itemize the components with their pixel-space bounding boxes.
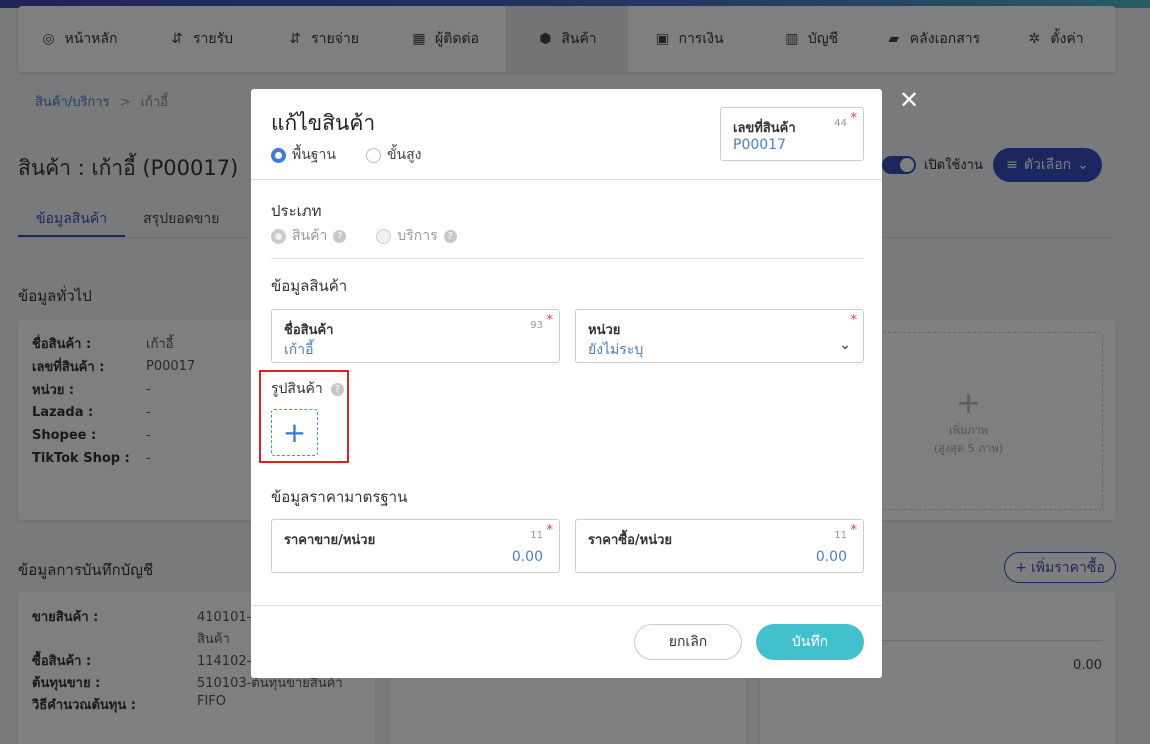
radio-unselected-icon xyxy=(365,147,381,163)
product-info-title: ข้อมูลสินค้า xyxy=(271,277,348,295)
type-product-label: สินค้า xyxy=(292,228,328,244)
close-icon[interactable]: ✕ xyxy=(899,86,919,114)
char-count: 93 xyxy=(530,320,543,331)
chevron-down-icon: ⌄ xyxy=(839,337,851,353)
type-service-radio: บริการ? xyxy=(376,225,457,247)
product-name-field[interactable]: ชื่อสินค้า 93 * เก้าอี้ xyxy=(271,309,560,363)
field-label: ราคาขาย/หน่วย xyxy=(284,533,376,548)
unit-value: ยังไม่ระบุ xyxy=(588,342,644,358)
required-mark: * xyxy=(850,523,858,538)
mode-basic-radio[interactable]: พื้นฐาน xyxy=(271,144,336,166)
required-mark: * xyxy=(850,313,858,328)
char-count: 11 xyxy=(834,530,847,541)
divider xyxy=(271,258,864,259)
mode-radio-group: พื้นฐาน ขั้นสูง xyxy=(271,144,422,166)
sell-price-field[interactable]: ราคาขาย/หน่วย 11 * 0.00 xyxy=(271,519,560,573)
field-label: เลขที่สินค้า xyxy=(733,121,796,136)
type-product-radio: สินค้า? xyxy=(271,225,347,247)
buy-price-field[interactable]: ราคาซื้อ/หน่วย 11 * 0.00 xyxy=(575,519,864,573)
highlight-box xyxy=(259,370,349,463)
product-code-input[interactable]: P00017 xyxy=(733,137,786,153)
radio-selected-icon xyxy=(271,147,286,163)
save-button[interactable]: บันทึก xyxy=(756,624,864,660)
product-code-field[interactable]: เลขที่สินค้า 44 * P00017 xyxy=(720,107,864,161)
char-count: 11 xyxy=(530,530,543,541)
sell-price-input[interactable]: 0.00 xyxy=(512,549,543,565)
mode-advanced-radio[interactable]: ขั้นสูง xyxy=(365,144,422,166)
required-mark: * xyxy=(546,523,554,538)
type-title: ประเภท xyxy=(271,202,322,220)
mode-basic-label: พื้นฐาน xyxy=(292,147,336,163)
price-info-title: ข้อมูลราคามาตรฐาน xyxy=(271,488,408,506)
divider xyxy=(251,605,882,606)
field-label: ชื่อสินค้า xyxy=(284,323,334,338)
buy-price-input[interactable]: 0.00 xyxy=(816,549,847,565)
type-radio-group: สินค้า? บริการ? xyxy=(271,225,457,247)
help-icon[interactable]: ? xyxy=(443,229,457,243)
field-label: ราคาซื้อ/หน่วย xyxy=(588,533,673,548)
type-service-label: บริการ xyxy=(397,228,438,244)
char-count: 44 xyxy=(834,118,847,129)
cancel-button[interactable]: ยกเลิก xyxy=(634,624,742,660)
field-label: หน่วย xyxy=(588,323,621,338)
required-mark: * xyxy=(546,313,554,328)
divider xyxy=(251,179,882,180)
help-icon[interactable]: ? xyxy=(333,229,347,243)
mode-advanced-label: ขั้นสูง xyxy=(386,147,422,163)
unit-select[interactable]: หน่วย * ยังไม่ระบุ ⌄ xyxy=(575,309,864,363)
required-mark: * xyxy=(850,111,858,126)
radio-disabled-icon xyxy=(376,228,392,244)
product-name-input[interactable]: เก้าอี้ xyxy=(284,339,314,361)
radio-selected-disabled-icon xyxy=(271,228,286,244)
modal-title: แก้ไขสินค้า xyxy=(271,111,376,135)
